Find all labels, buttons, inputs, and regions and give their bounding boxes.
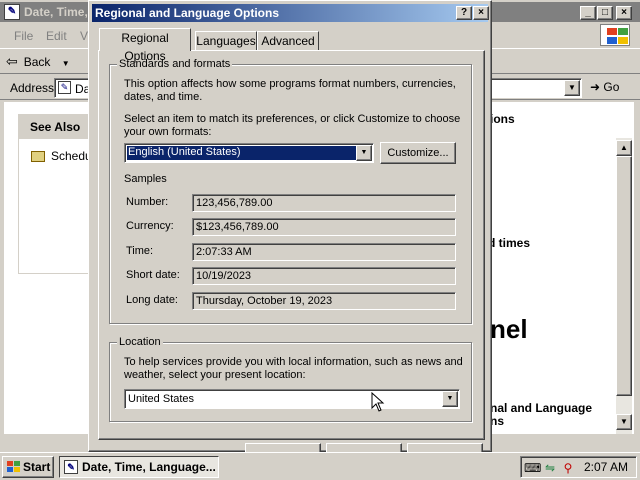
back-arrow-icon: ⇦: [6, 53, 18, 69]
location-legend: Location: [117, 335, 163, 349]
sample-long-date-label: Long date:: [126, 294, 178, 306]
task-fragment-date-times[interactable]: d times: [488, 236, 530, 250]
tab-languages[interactable]: Languages: [195, 31, 257, 51]
address-label: Address: [10, 81, 55, 95]
back-dropdown-icon[interactable]: ▼: [62, 59, 70, 68]
start-windows-logo-icon: [7, 461, 20, 473]
tab-regional-options[interactable]: Regional Options: [99, 28, 191, 63]
standards-description: This option affects how some programs fo…: [124, 78, 456, 103]
taskbar: Start ✎ Date, Time, Language... ⌨ ⇋ ⚲ 2:…: [0, 452, 640, 480]
keyboard-icon[interactable]: ⌨: [524, 460, 541, 476]
folder-icon: [31, 151, 45, 163]
scroll-up-icon[interactable]: ▲: [616, 140, 632, 156]
close-button[interactable]: ×: [616, 6, 632, 20]
system-tray: ⌨ ⇋ ⚲ 2:07 AM: [520, 456, 637, 478]
taskbar-item-control-panel[interactable]: ✎ Date, Time, Language...: [59, 456, 219, 478]
format-dropdown[interactable]: English (United States) ▼: [124, 143, 374, 163]
scroll-thumb[interactable]: [616, 156, 632, 396]
taskbar-item-icon: ✎: [64, 460, 78, 474]
vertical-scrollbar[interactable]: ▲ ▼: [616, 138, 632, 434]
sample-number-value: 123,456,789.00: [192, 194, 456, 212]
dialog-title: Regional and Language Options: [95, 6, 280, 20]
select-prompt: Select an item to match its preferences,…: [124, 113, 461, 138]
dialog-title-bar[interactable]: Regional and Language Options ? ×: [92, 4, 489, 22]
menu-edit[interactable]: Edit: [46, 29, 67, 43]
minimize-button[interactable]: _: [580, 6, 596, 20]
address-folder-icon: ✎: [58, 81, 71, 94]
mouse-cursor-icon: [371, 392, 385, 412]
standards-formats-group: Standards and formats This option affect…: [109, 57, 472, 324]
dialog-close-icon[interactable]: ×: [473, 6, 489, 20]
tab-advanced[interactable]: Advanced: [257, 31, 319, 51]
format-selected-value: English (United States): [127, 146, 357, 160]
sample-short-date-label: Short date:: [126, 269, 180, 281]
go-button[interactable]: ➜ Go: [590, 80, 619, 94]
back-label: Back: [23, 55, 51, 69]
location-group: Location To help services provide you wi…: [109, 335, 472, 422]
network-icon[interactable]: ⇋: [542, 460, 558, 476]
scheduled-tasks-link[interactable]: Schedu: [31, 149, 92, 163]
samples-heading: Samples: [124, 173, 167, 185]
scroll-down-icon[interactable]: ▼: [616, 414, 632, 430]
sample-currency-label: Currency:: [126, 220, 174, 232]
start-label: Start: [23, 460, 51, 474]
location-dropdown[interactable]: United States ▼: [124, 389, 460, 409]
location-selected-value: United States: [128, 393, 195, 405]
menu-file[interactable]: File: [14, 29, 33, 43]
maximize-button[interactable]: □: [597, 6, 613, 20]
control-panel-app-icon: ✎: [4, 4, 20, 20]
scheduled-tasks-label: Schedu: [51, 149, 92, 163]
start-button[interactable]: Start: [2, 456, 54, 478]
customize-button[interactable]: Customize...: [380, 142, 456, 164]
back-button[interactable]: ⇦ Back ▼: [6, 53, 70, 70]
regional-language-dialog: Regional and Language Options ? × Region…: [88, 0, 492, 455]
location-dropdown-arrow-icon[interactable]: ▼: [442, 391, 458, 407]
sample-short-date-value: 10/19/2023: [192, 267, 456, 285]
go-arrow-icon: ➜: [590, 80, 601, 94]
taskbar-item-label: Date, Time, Language...: [82, 460, 216, 474]
location-description: To help services provide you with local …: [124, 356, 463, 381]
help-icon[interactable]: ?: [456, 6, 472, 20]
magnifier-icon[interactable]: ⚲: [560, 460, 576, 476]
menu-view[interactable]: V: [80, 29, 88, 43]
windows-logo-icon: [600, 24, 630, 46]
sample-currency-value: $123,456,789.00: [192, 218, 456, 236]
control-panel-heading-fragment: nel: [490, 314, 528, 344]
heading-fragment: ions: [490, 112, 515, 126]
go-label: Go: [603, 80, 620, 94]
sample-long-date-value: Thursday, October 19, 2023: [192, 292, 456, 310]
sample-number-label: Number:: [126, 196, 169, 208]
regional-language-link-fragment[interactable]: nal and Language: [490, 401, 592, 415]
sample-time-value: 2:07:33 AM: [192, 243, 456, 261]
regional-options-panel: Standards and formats This option affect…: [98, 50, 485, 440]
regional-language-link-fragment-2[interactable]: ns: [490, 414, 504, 428]
format-dropdown-arrow-icon[interactable]: ▼: [356, 145, 372, 161]
address-dropdown-icon[interactable]: ▼: [564, 80, 580, 96]
clock[interactable]: 2:07 AM: [584, 460, 628, 474]
sample-time-label: Time:: [126, 245, 154, 257]
